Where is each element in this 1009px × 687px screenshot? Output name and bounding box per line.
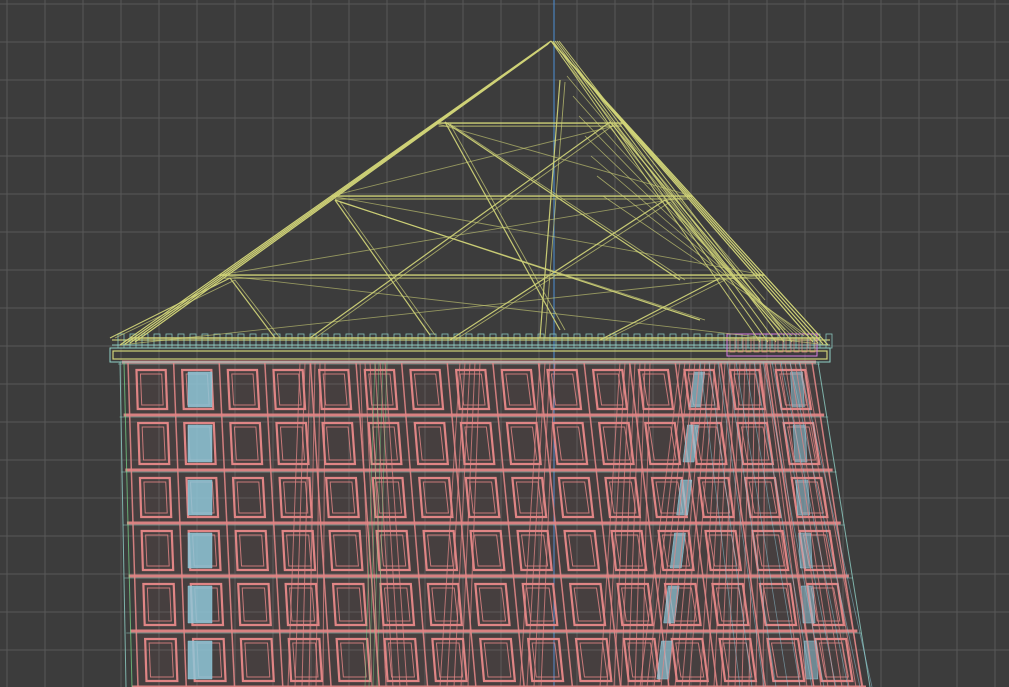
glass-panel [187,640,213,680]
glass-panel [187,424,213,463]
glass-panel [187,585,213,624]
glass-panel [187,371,213,408]
3d-viewport[interactable] [0,0,1009,687]
viewport-canvas[interactable] [0,0,1009,687]
glass-panel [187,479,213,516]
glass-panel [187,532,213,569]
